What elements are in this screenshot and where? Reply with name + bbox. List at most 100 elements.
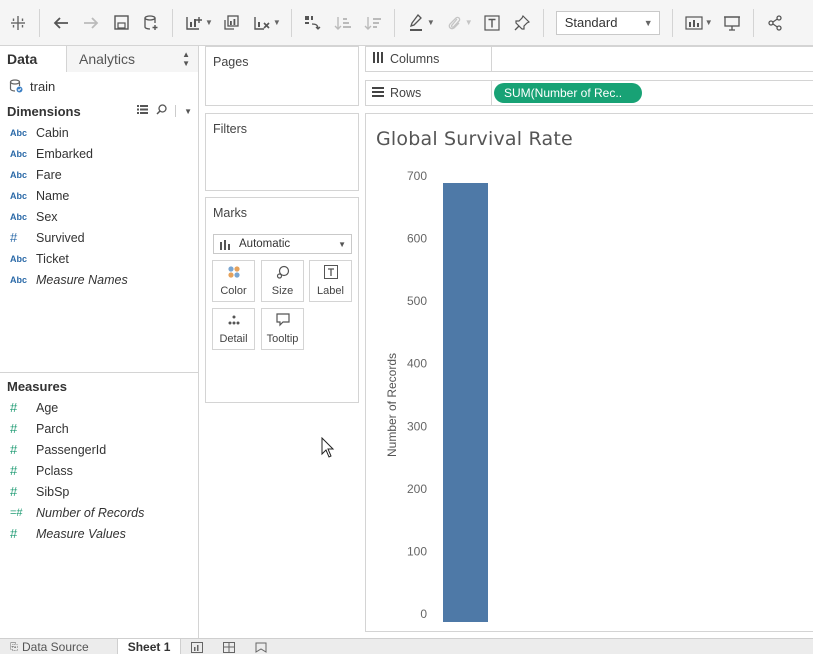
measure-field[interactable]: # Measure Values — [0, 523, 198, 544]
measures-title: Measures — [7, 378, 67, 394]
mark-type-select[interactable]: Automatic ▼ — [213, 234, 352, 254]
chevron-down-icon[interactable]: ▼ — [427, 18, 435, 27]
dimension-field[interactable]: Abc Sex — [0, 206, 198, 227]
sheet-tab-bar: ⎘ Data Source Sheet 1 — [0, 638, 813, 654]
size-icon — [276, 265, 290, 282]
filters-shelf[interactable]: Filters — [205, 113, 359, 191]
measure-field[interactable]: # SibSp — [0, 481, 198, 502]
field-name: Cabin — [36, 125, 69, 140]
save-icon[interactable] — [109, 8, 133, 38]
tab-analytics[interactable]: Analytics ▲ ▼ — [67, 46, 198, 72]
dimensions-list: Abc Cabin Abc Embarked Abc Fare Abc Name Abc… — [0, 122, 198, 290]
label-label: Label — [317, 285, 344, 297]
string-type-icon: Abc — [10, 148, 28, 159]
y-tick-label: 300 — [407, 419, 427, 433]
sheet1-tab[interactable]: Sheet 1 — [116, 639, 182, 654]
dimension-field[interactable]: Abc Name — [0, 185, 198, 206]
size-button[interactable]: Size — [261, 260, 304, 302]
highlight-icon[interactable] — [404, 8, 428, 38]
bar[interactable] — [443, 183, 488, 622]
rows-shelf-label: Rows — [366, 81, 492, 105]
fit-view-select[interactable]: Standard ▼ — [555, 10, 660, 35]
chevron-down-icon: ▼ — [643, 17, 653, 28]
new-worksheet-icon[interactable] — [182, 8, 206, 38]
rows-label: Rows — [390, 86, 422, 100]
swap-rows-columns-icon[interactable] — [301, 8, 325, 38]
share-icon[interactable] — [763, 8, 787, 38]
marks-title: Marks — [213, 206, 248, 220]
dimension-field[interactable]: # Survived — [0, 227, 198, 248]
string-type-icon: Abc — [10, 274, 28, 285]
redo-icon[interactable] — [79, 8, 103, 38]
number-type-icon: # — [10, 400, 18, 415]
fix-axes-pin-icon[interactable] — [510, 8, 534, 38]
number-type-icon: # — [10, 526, 18, 541]
rows-shelf[interactable]: Rows SUM(Number of Rec.. — [365, 80, 813, 106]
field-name: Fare — [36, 167, 62, 182]
tab-data[interactable]: Data — [0, 46, 67, 72]
toolbar: ▼ ▼ ▼ ▼ Standard ▼ ▼ — [0, 0, 813, 46]
sort-updown-icon: ▲ ▼ — [182, 50, 190, 68]
dimension-field[interactable]: Abc Ticket — [0, 248, 198, 269]
measure-field[interactable]: # Age — [0, 397, 198, 418]
new-story-tab-icon[interactable] — [245, 639, 277, 654]
number-type-icon: # — [10, 463, 18, 478]
dimension-field[interactable]: Abc Measure Names — [0, 269, 198, 290]
data-pane-tabs: Data Analytics ▲ ▼ — [0, 46, 198, 72]
chevron-down-icon[interactable]: ▼ — [705, 18, 713, 27]
dimension-field[interactable]: Abc Embarked — [0, 143, 198, 164]
clear-sheet-icon[interactable] — [250, 8, 274, 38]
new-worksheet-tab-icon[interactable] — [181, 639, 213, 654]
dimension-field[interactable]: Abc Fare — [0, 164, 198, 185]
measure-field[interactable]: =# Number of Records — [0, 502, 198, 523]
field-name: Pclass — [36, 463, 73, 478]
dimensions-header: Dimensions ▼ — [0, 100, 198, 122]
data-source-item[interactable]: train — [0, 72, 198, 100]
search-icon[interactable] — [156, 104, 167, 118]
y-tick-label: 500 — [407, 294, 427, 308]
show-me-icon[interactable] — [682, 8, 706, 38]
measure-field[interactable]: # Pclass — [0, 460, 198, 481]
sort-ascending-icon[interactable] — [331, 8, 355, 38]
show-mark-labels-icon[interactable] — [480, 8, 504, 38]
chevron-down-icon[interactable]: ▼ — [465, 18, 473, 27]
y-tick-label: 400 — [407, 357, 427, 371]
presentation-mode-icon[interactable] — [720, 8, 744, 38]
field-name: Measure Names — [36, 272, 128, 287]
undo-icon[interactable] — [49, 8, 73, 38]
label-button[interactable]: Label — [309, 260, 352, 302]
tooltip-button[interactable]: Tooltip — [261, 308, 304, 350]
detail-dots-icon — [227, 313, 241, 330]
sort-descending-icon[interactable] — [361, 8, 385, 38]
chevron-down-icon[interactable]: ▼ — [184, 107, 192, 116]
y-tick-label: 100 — [407, 544, 427, 558]
group-members-icon[interactable] — [442, 8, 466, 38]
filters-title: Filters — [213, 122, 248, 136]
new-data-source-icon[interactable] — [139, 8, 163, 38]
pages-shelf[interactable]: Pages — [205, 46, 359, 106]
toolbar-separator — [39, 8, 40, 37]
dimension-field[interactable]: Abc Cabin — [0, 122, 198, 143]
toolbar-separator — [172, 8, 173, 37]
y-tick-label: 600 — [407, 232, 427, 246]
rows-measure-pill[interactable]: SUM(Number of Rec.. — [494, 83, 642, 103]
chevron-down-icon: ▼ — [338, 239, 346, 249]
measure-field[interactable]: # PassengerId — [0, 439, 198, 460]
detail-button[interactable]: Detail — [212, 308, 255, 350]
duplicate-sheet-icon[interactable] — [220, 8, 244, 38]
field-name: Number of Records — [36, 505, 145, 520]
columns-shelf[interactable]: Columns — [365, 46, 813, 72]
chevron-down-icon[interactable]: ▼ — [273, 18, 281, 27]
y-tick-label: 700 — [407, 169, 427, 183]
tableau-logo-icon[interactable] — [6, 8, 30, 38]
measures-section: Measures # Age # Parch # PassengerId # Pclas… — [0, 372, 198, 544]
new-dashboard-tab-icon[interactable] — [213, 639, 245, 654]
data-source-tab[interactable]: ⎘ Data Source — [0, 639, 99, 654]
toolbar-separator — [671, 8, 673, 37]
text-label-icon — [323, 265, 338, 282]
chevron-down-icon[interactable]: ▼ — [205, 18, 213, 27]
measure-field[interactable]: # Parch — [0, 418, 198, 439]
bar-chart: Number of Records 0 100 200 300 400 500 600 700 — [385, 169, 488, 622]
view-list-icon[interactable] — [137, 105, 149, 117]
color-button[interactable]: Color — [212, 260, 255, 302]
